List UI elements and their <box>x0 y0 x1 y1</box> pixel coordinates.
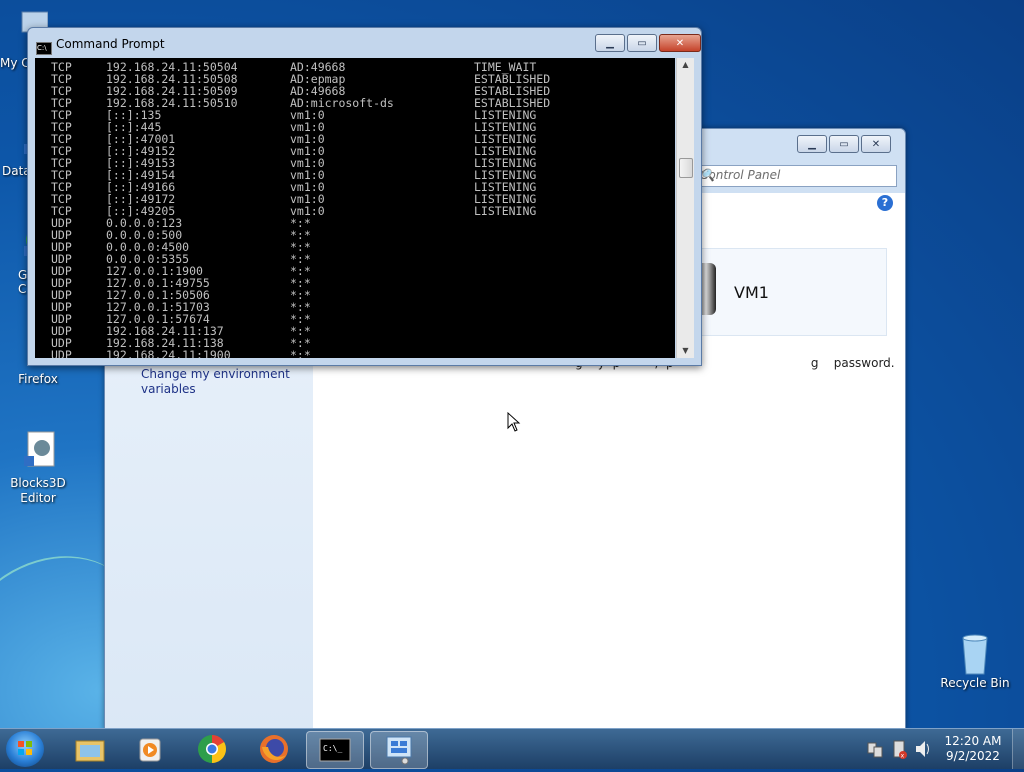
taskbar-explorer[interactable] <box>62 731 118 767</box>
svg-text:C:\_: C:\_ <box>323 744 342 753</box>
maximize-icon: ▭ <box>839 138 849 150</box>
recycle-bin-icon <box>955 630 995 675</box>
desktop-icon-label: Firefox <box>18 372 58 386</box>
search-icon[interactable]: 🔍 <box>700 168 890 182</box>
mouse-cursor-icon <box>507 412 521 432</box>
scroll-up-arrow-icon[interactable]: ▲ <box>677 58 694 72</box>
state-cell: LISTENING <box>474 204 537 218</box>
cmd-icon: C:\ <box>36 42 52 55</box>
command-prompt-window[interactable]: C:\ Command Prompt ▁ ▭ ✕ TCP 192.168.24.11… <box>27 27 702 366</box>
show-desktop-button[interactable] <box>1012 729 1024 769</box>
scroll-down-arrow-icon[interactable]: ▼ <box>677 344 694 358</box>
cmd-window-controls: ▁ ▭ ✕ <box>595 34 701 52</box>
window-title-text: Command Prompt <box>56 37 165 51</box>
maximize-icon: ▭ <box>637 37 647 49</box>
taskbar-firefox[interactable] <box>246 731 302 767</box>
console-output[interactable]: TCP 192.168.24.11:50504 AD:49668 TIME_WAIT T… <box>35 58 675 358</box>
media-player-icon <box>139 738 161 762</box>
minimize-icon: ▁ <box>606 37 614 49</box>
desktop-icon-blocks3d[interactable]: Blocks3D Editor <box>0 430 76 506</box>
start-button[interactable] <box>6 731 44 767</box>
action-center-icon[interactable]: x <box>890 729 908 769</box>
taskbar-control-panel[interactable] <box>370 731 428 769</box>
windows-logo-icon <box>18 741 32 755</box>
control-panel-icon <box>386 736 412 765</box>
protocol-cell: UDP <box>51 348 72 358</box>
firefox-icon <box>260 735 288 763</box>
user-name: VM1 <box>734 283 769 302</box>
search-box[interactable]: Control Panel 🔍 <box>691 165 897 187</box>
close-button[interactable]: ✕ <box>861 135 891 153</box>
blocks3d-editor-icon <box>18 430 58 474</box>
minimize-button[interactable]: ▁ <box>595 34 625 52</box>
desktop-icon-label: Blocks3D Editor <box>10 476 66 505</box>
taskbar-chrome[interactable] <box>184 731 240 767</box>
maximize-button[interactable]: ▭ <box>829 135 859 153</box>
foreign-address-cell: *:* <box>290 348 311 358</box>
volume-icon[interactable] <box>914 729 932 769</box>
control-panel-window-controls: ▁ ▭ ✕ <box>797 135 891 153</box>
minimize-button[interactable]: ▁ <box>797 135 827 153</box>
network-icon[interactable] <box>866 729 884 769</box>
close-button[interactable]: ✕ <box>659 34 701 52</box>
window-title: C:\ Command Prompt <box>36 37 165 55</box>
desktop-icon-label: Recycle Bin <box>940 676 1010 690</box>
local-address-cell: 192.168.24.11:1900 <box>106 348 231 358</box>
minimize-icon: ▁ <box>808 138 816 150</box>
taskbar-media-player[interactable] <box>122 731 178 767</box>
svg-text:x: x <box>901 753 905 760</box>
user-account-card: VM1 <box>695 248 887 336</box>
clock-date: 9/2/2022 <box>946 749 1000 763</box>
cmd-icon: C:\_ <box>319 738 351 762</box>
desktop-icon-recycle-bin[interactable]: Recycle Bin <box>937 630 1013 690</box>
scroll-thumb[interactable] <box>679 158 693 178</box>
close-icon: ✕ <box>871 138 881 150</box>
clock-time: 12:20 AM <box>944 734 1002 748</box>
chrome-icon <box>198 735 226 763</box>
explorer-icon <box>75 740 105 762</box>
change-environment-variables-link[interactable]: Change my environment variables <box>141 367 301 397</box>
maximize-button[interactable]: ▭ <box>627 34 657 52</box>
help-icon[interactable]: ? <box>877 195 893 211</box>
taskbar-command-prompt[interactable]: C:\_ <box>306 731 364 769</box>
close-icon: ✕ <box>675 37 685 49</box>
taskbar-clock[interactable]: 12:20 AM 9/2/2022 <box>940 734 1006 764</box>
vertical-scrollbar[interactable]: ▲ ▼ <box>676 58 694 358</box>
taskbar: C:\_ x 12:20 AM 9/2/2022 <box>0 728 1024 769</box>
